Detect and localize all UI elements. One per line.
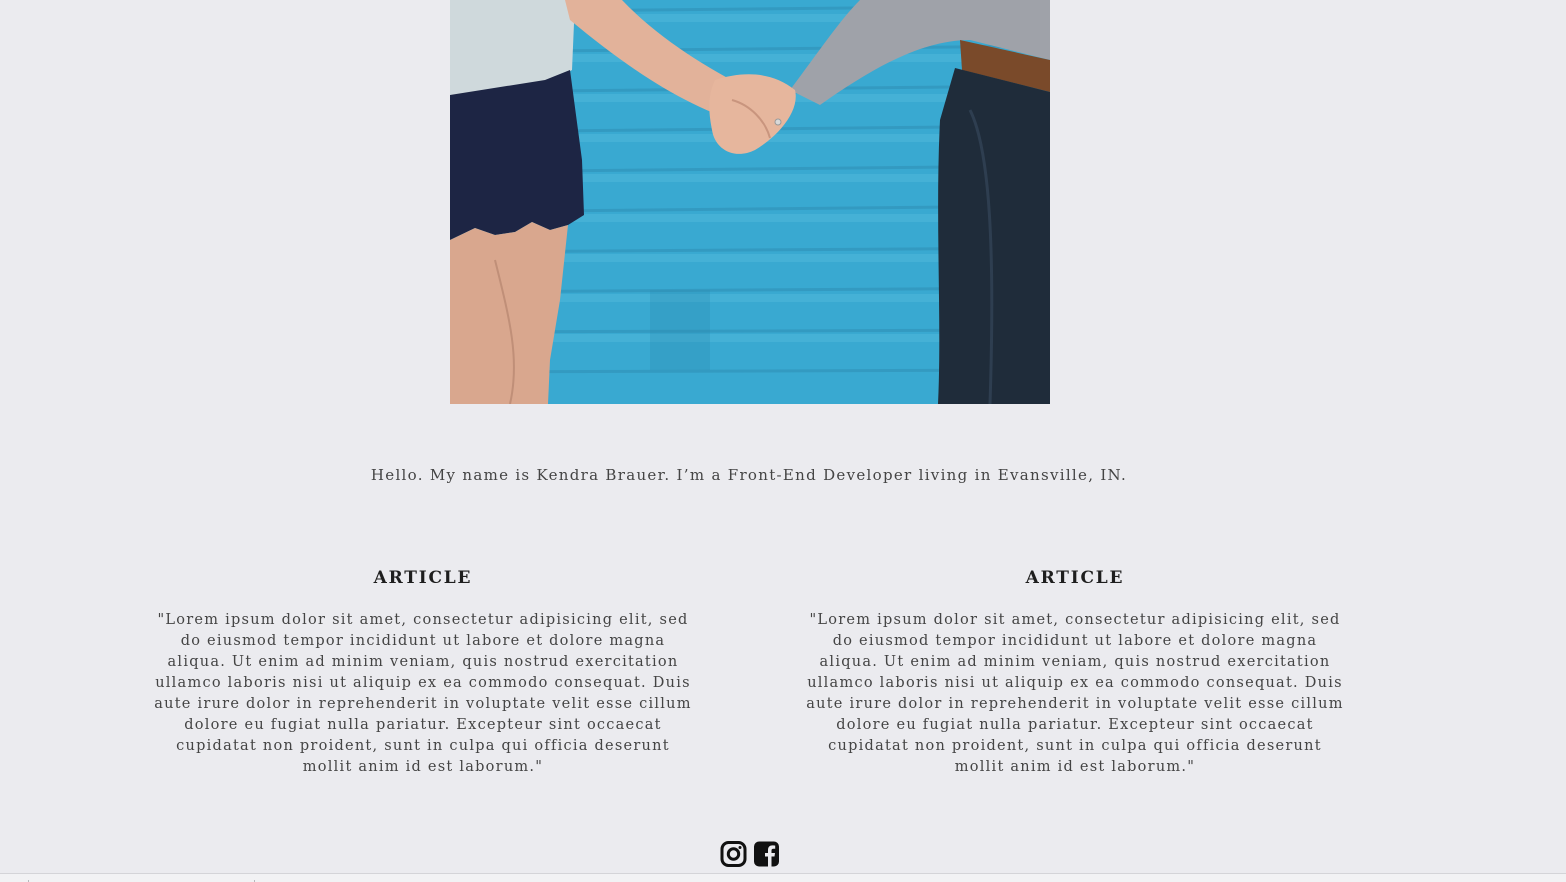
social-links [720, 840, 780, 868]
article-card-2: ARTICLE "Lorem ipsum dolor sit amet, con… [805, 568, 1345, 778]
article-body: "Lorem ipsum dolor sit amet, consectetur… [806, 612, 1344, 775]
bottom-scrollbar[interactable] [0, 873, 1566, 882]
facebook-link[interactable] [753, 840, 780, 868]
portfolio-page: Hello. My name is Kendra Brauer. I’m a F… [0, 0, 1566, 882]
hands-holding-image [450, 0, 1050, 404]
hero-photo [450, 0, 1050, 404]
instagram-icon [720, 841, 747, 867]
article-title: ARTICLE [1025, 568, 1125, 588]
article-card-1: ARTICLE "Lorem ipsum dolor sit amet, con… [153, 568, 693, 778]
article-title: ARTICLE [373, 568, 473, 588]
facebook-icon [754, 841, 779, 867]
article-body: "Lorem ipsum dolor sit amet, consectetur… [154, 612, 692, 775]
instagram-link[interactable] [720, 840, 747, 868]
intro-text: Hello. My name is Kendra Brauer. I’m a F… [370, 466, 1128, 484]
